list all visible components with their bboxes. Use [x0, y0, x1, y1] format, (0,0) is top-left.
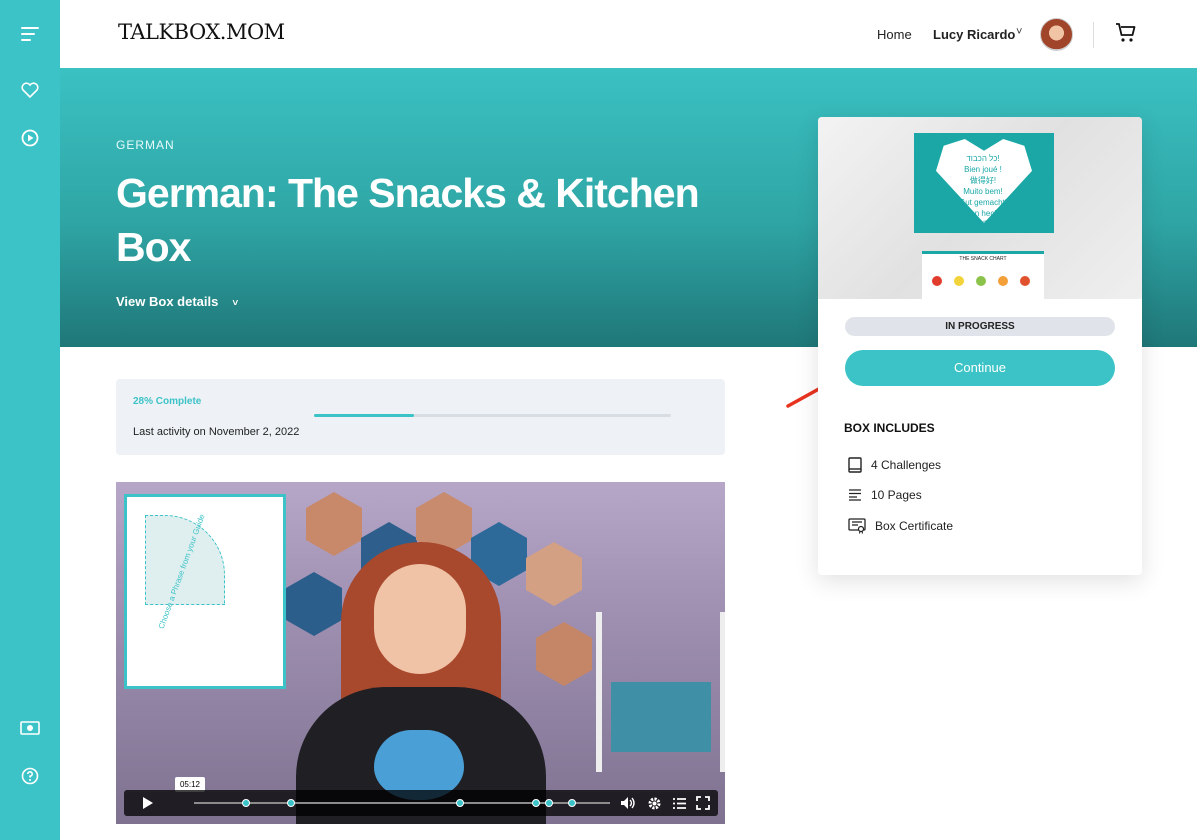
- fruit: [954, 276, 964, 286]
- play-circle-icon[interactable]: [18, 126, 42, 150]
- chapter-marker[interactable]: [532, 799, 540, 807]
- fullscreen-icon[interactable]: [693, 793, 713, 813]
- view-box-details-label: View Box details: [116, 294, 219, 309]
- snack-chart-title: THE SNACK CHART: [959, 256, 1007, 262]
- box-phrase: Muito bem!: [963, 187, 1003, 196]
- include-label: 4 Challenges: [871, 458, 942, 472]
- settings-gear-icon[interactable]: [644, 793, 664, 813]
- box-includes-title: BOX INCLUDES: [844, 421, 935, 435]
- fruit: [932, 276, 942, 286]
- box-phrase: 上手!: [973, 220, 993, 229]
- progress-bar: [314, 414, 671, 417]
- menu-icon[interactable]: [18, 22, 42, 46]
- include-challenges: 4 Challenges: [848, 457, 941, 473]
- view-box-details-toggle[interactable]: View Box details ˅: [116, 294, 238, 309]
- category-label: GERMAN: [116, 138, 175, 152]
- wall-decor: [306, 492, 362, 556]
- percent-complete: 28% Complete: [133, 396, 202, 407]
- chapters-list-icon[interactable]: [669, 793, 689, 813]
- chapter-marker[interactable]: [242, 799, 250, 807]
- last-activity: Last activity on November 2, 2022: [133, 426, 300, 438]
- logo[interactable]: TALKBOX.MOM: [118, 20, 285, 44]
- fruit: [998, 276, 1008, 286]
- cart-icon[interactable]: [1115, 22, 1137, 49]
- chevron-down-icon[interactable]: ˅: [1016, 26, 1022, 38]
- wall-decor: [286, 572, 342, 636]
- certificate-icon: [848, 518, 866, 534]
- fruit: [1020, 276, 1030, 286]
- money-icon[interactable]: [18, 716, 42, 740]
- header-divider: [1093, 22, 1094, 48]
- progress-bar-fill: [314, 414, 414, 417]
- status-badge: IN PROGRESS: [845, 317, 1115, 336]
- include-certificate: Box Certificate: [848, 518, 953, 534]
- avatar[interactable]: [1040, 18, 1073, 51]
- presenter-face: [374, 564, 466, 674]
- box-card: כל הכבוד! Bien joué ! 做得好! Muito bem! Gut ge…: [818, 117, 1142, 575]
- play-icon[interactable]: [138, 793, 158, 813]
- chevron-down-icon: ˅: [232, 298, 239, 309]
- volume-icon[interactable]: [618, 793, 638, 813]
- box-phrase: Bien joué !: [964, 165, 1002, 174]
- box-phrase: ¡Bien hecho!: [960, 209, 1006, 218]
- video-controls: [124, 790, 718, 816]
- include-label: 10 Pages: [871, 488, 922, 502]
- user-menu[interactable]: Lucy Ricardo: [933, 27, 1015, 42]
- include-label: Box Certificate: [875, 519, 954, 533]
- phrase-poster: Choose a Phrase from your Guide: [124, 494, 286, 689]
- include-pages: 10 Pages: [848, 488, 922, 502]
- box-stack: [611, 682, 711, 752]
- wall-decor: [526, 542, 582, 606]
- chapter-marker[interactable]: [568, 799, 576, 807]
- box-package: כל הכבוד! Bien joué ! 做得好! Muito bem! Gut ge…: [914, 133, 1054, 233]
- wall-decor: [536, 622, 592, 686]
- continue-button[interactable]: Continue: [845, 350, 1115, 386]
- pages-icon: [849, 489, 861, 501]
- progress-card: 28% Complete Last activity on November 2…: [116, 379, 725, 455]
- video-player[interactable]: Choose a Phrase from your Guide 05:12: [116, 482, 725, 824]
- chapter-marker[interactable]: [545, 799, 553, 807]
- chapter-marker[interactable]: [287, 799, 295, 807]
- box-phrases: כל הכבוד! Bien joué ! 做得好! Muito bem! Gut ge…: [942, 153, 1024, 230]
- box-phrase: Gut gemacht!: [958, 198, 1008, 207]
- box-image: כל הכבוד! Bien joué ! 做得好! Muito bem! Gut ge…: [818, 117, 1142, 299]
- nav-home-link[interactable]: Home: [877, 27, 912, 42]
- fruit: [976, 276, 986, 286]
- heart-icon[interactable]: [18, 78, 42, 102]
- seek-bar[interactable]: [194, 799, 610, 807]
- sidebar: [0, 0, 60, 840]
- page-title: German: The Snacks & Kitchen Box: [116, 170, 700, 270]
- snack-chart: THE SNACK CHART: [922, 251, 1044, 299]
- top-header: TALKBOX.MOM Home Lucy Ricardo ˅: [60, 0, 1197, 68]
- book-icon: [848, 457, 862, 473]
- box-phrase: כל הכבוד!: [966, 154, 1000, 163]
- chapter-marker[interactable]: [456, 799, 464, 807]
- box-phrase: 做得好!: [969, 176, 997, 185]
- help-icon[interactable]: [18, 764, 42, 788]
